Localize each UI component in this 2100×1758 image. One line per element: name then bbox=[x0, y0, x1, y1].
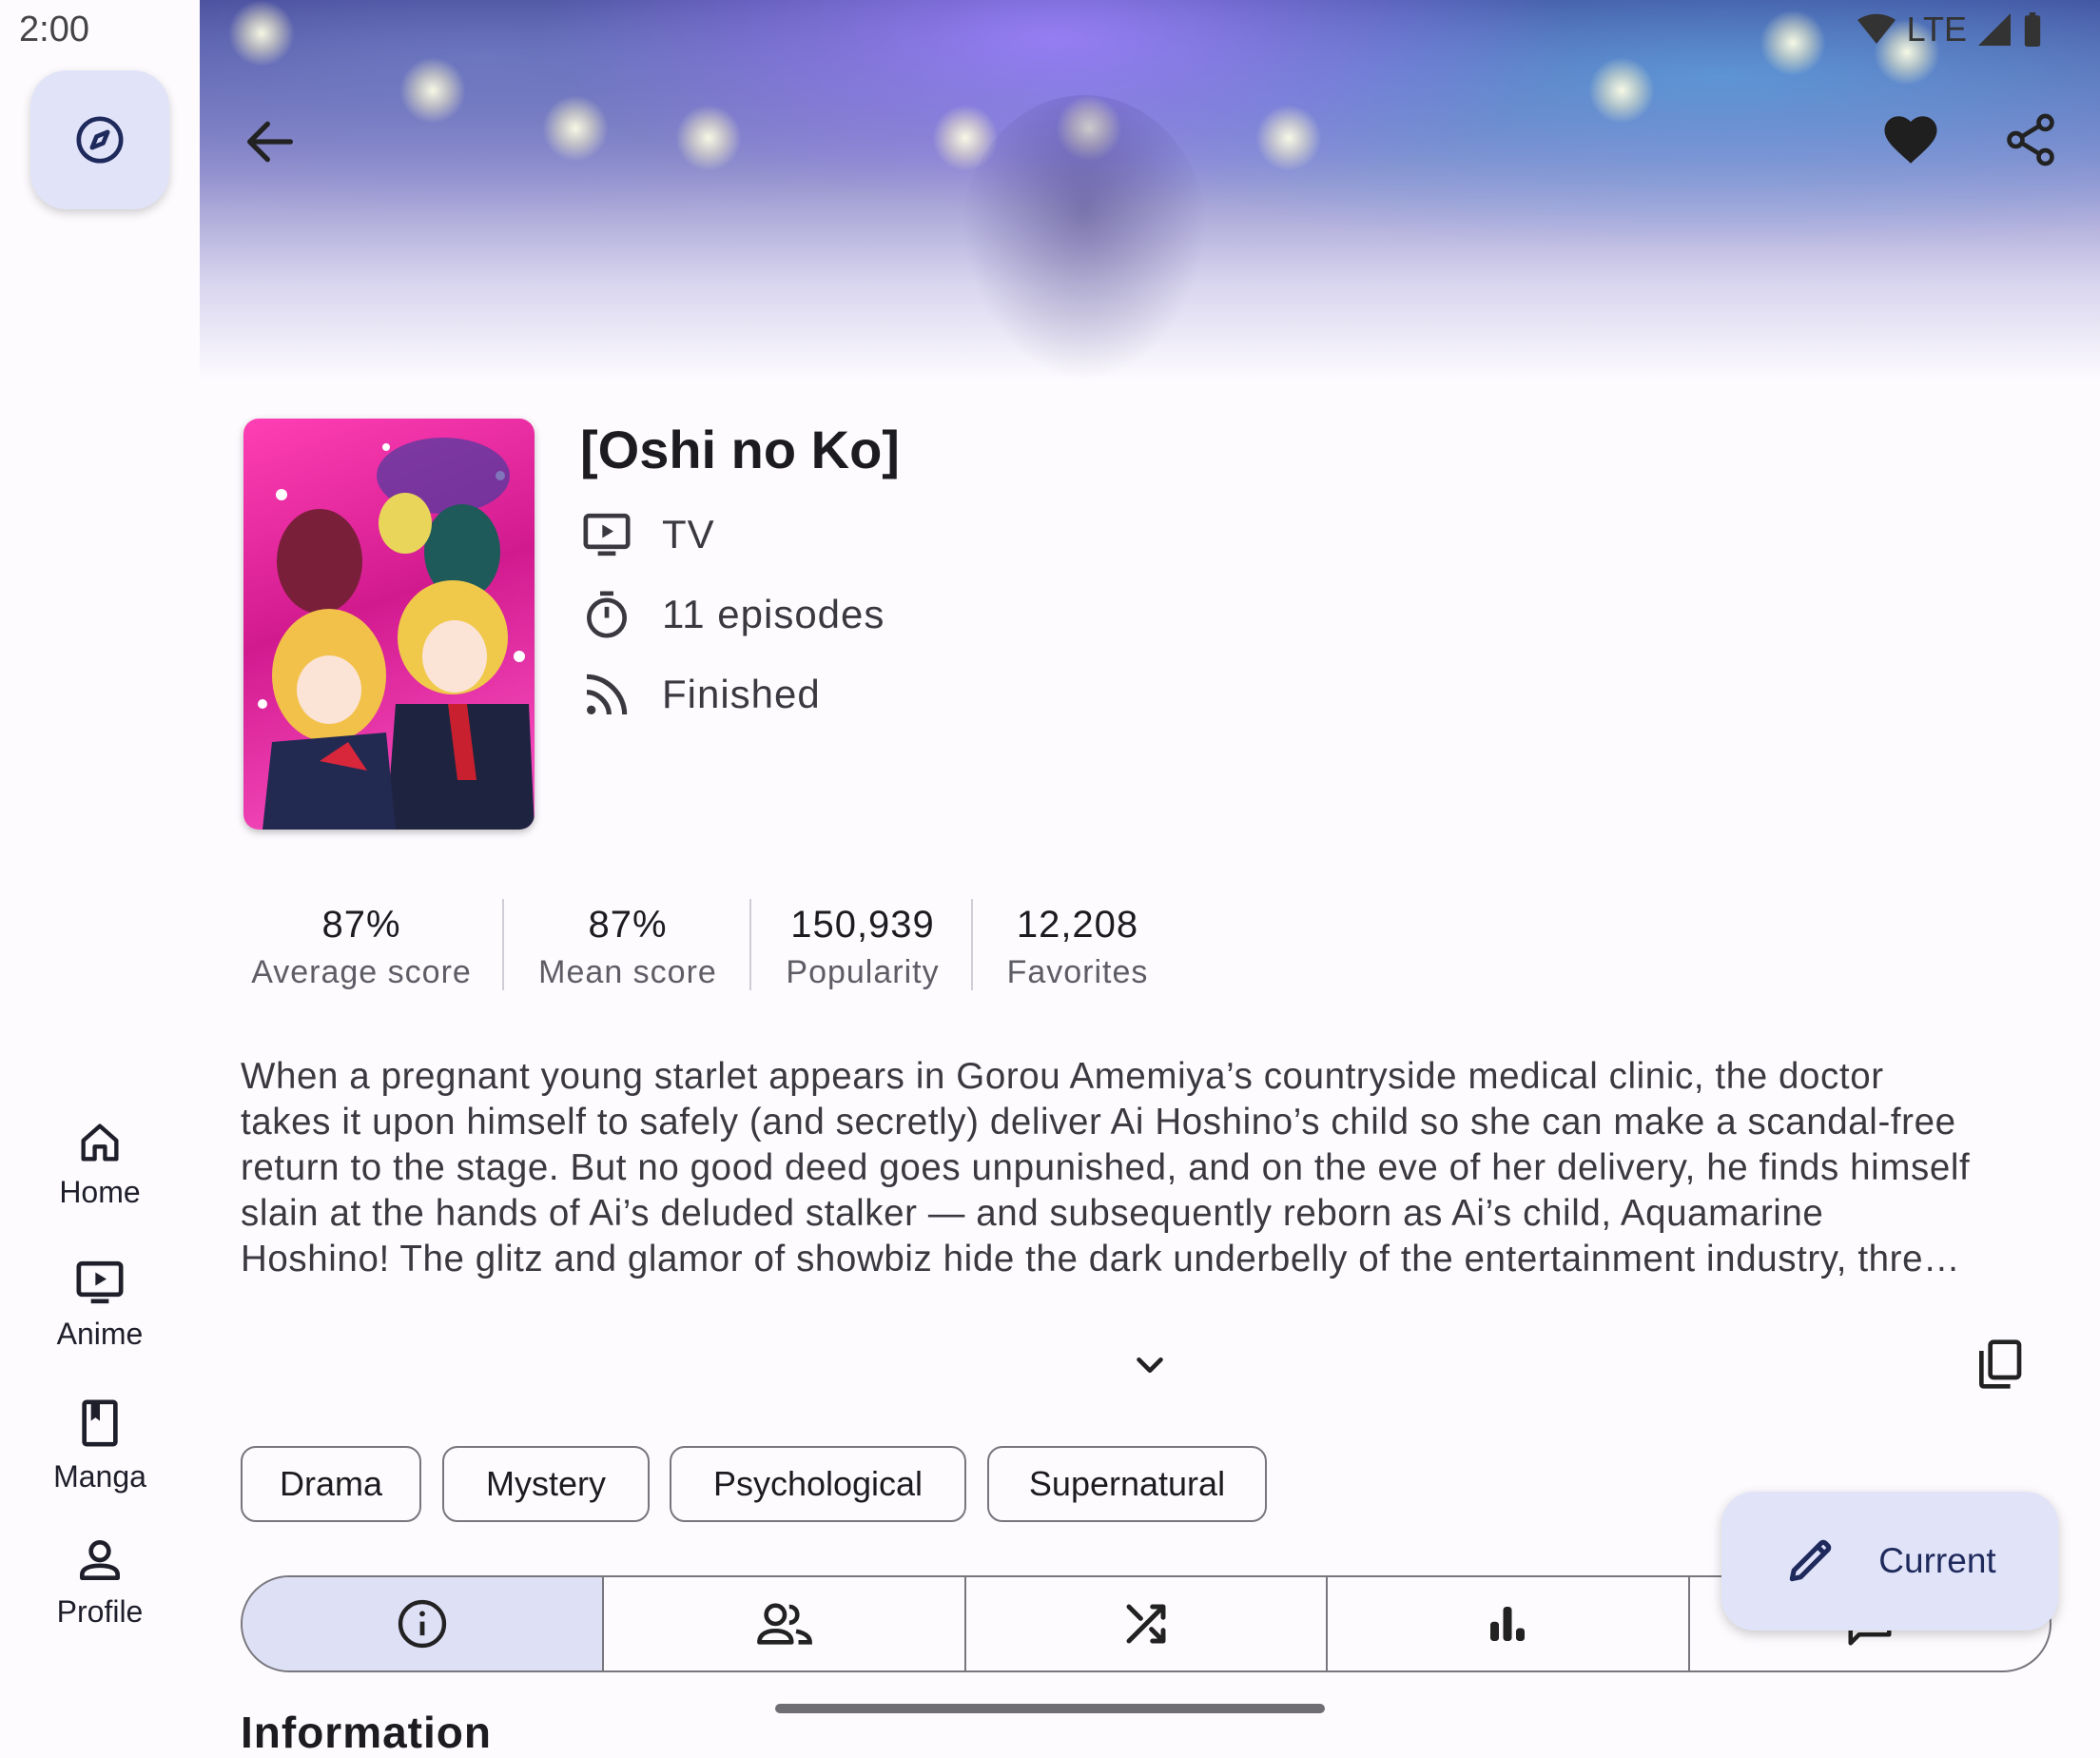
share-icon bbox=[2007, 113, 2054, 166]
rail-item-home[interactable]: Home bbox=[0, 1118, 200, 1210]
rail-label-profile: Profile bbox=[56, 1594, 144, 1629]
genre-chip[interactable]: Psychological bbox=[670, 1446, 966, 1522]
stat-label: Favorites bbox=[1006, 954, 1149, 990]
synopsis-line: slain at the hands of Ai’s deluded stalk… bbox=[241, 1193, 1824, 1234]
rail-item-profile[interactable]: Profile bbox=[0, 1533, 200, 1630]
rail-item-anime[interactable]: Anime bbox=[0, 1256, 200, 1352]
rail-item-manga[interactable]: Manga bbox=[0, 1395, 200, 1494]
stat-divider bbox=[502, 899, 504, 990]
copy-description-button[interactable] bbox=[1973, 1336, 2026, 1393]
book-icon bbox=[82, 1399, 118, 1447]
people-icon bbox=[756, 1603, 812, 1645]
tab-characters[interactable] bbox=[604, 1577, 966, 1670]
format-label: TV bbox=[662, 512, 715, 557]
genre-chip[interactable]: Mystery bbox=[442, 1446, 650, 1522]
stat-value: 12,208 bbox=[1016, 904, 1139, 946]
stat-value: 150,939 bbox=[790, 904, 935, 946]
battery-icon bbox=[2024, 12, 2041, 47]
status-row: Finished bbox=[580, 668, 821, 721]
airing-status-label: Finished bbox=[662, 672, 821, 716]
share-button[interactable] bbox=[2001, 110, 2060, 169]
synopsis-line: takes it upon himself to safely (and sec… bbox=[241, 1102, 1956, 1143]
expand-description-button[interactable] bbox=[1128, 1343, 1172, 1387]
status-time: 2:00 bbox=[19, 10, 89, 49]
tab-info[interactable] bbox=[243, 1577, 605, 1670]
signal-icon bbox=[1978, 13, 2011, 46]
fab-label: Current bbox=[1878, 1541, 1996, 1580]
stat-favorites: 12,208 Favorites bbox=[995, 904, 1160, 991]
wifi-icon bbox=[1857, 13, 1896, 44]
tab-stats[interactable] bbox=[1328, 1577, 1690, 1670]
rail-label-anime: Anime bbox=[56, 1317, 144, 1351]
synopsis-line: return to the stage. But no good deed go… bbox=[241, 1147, 1971, 1188]
compass-icon bbox=[76, 116, 124, 164]
timer-icon bbox=[587, 591, 627, 638]
chevron-down-icon bbox=[1137, 1357, 1163, 1374]
format-row: TV bbox=[580, 508, 715, 561]
pencil-icon bbox=[1790, 1539, 1832, 1582]
person-icon bbox=[80, 1540, 120, 1580]
info-icon bbox=[399, 1599, 447, 1649]
stat-label: Mean score bbox=[538, 954, 717, 990]
stat-mean-score: 87% Mean score bbox=[525, 904, 730, 991]
shuffle-icon bbox=[1126, 1604, 1166, 1644]
status-icons: LTE bbox=[1857, 10, 2043, 49]
tv-play-icon bbox=[76, 1260, 124, 1304]
stat-label: Popularity bbox=[786, 954, 940, 990]
favorite-button[interactable] bbox=[1879, 108, 1942, 171]
banner-image bbox=[200, 0, 2100, 381]
genre-chip[interactable]: Drama bbox=[241, 1446, 421, 1522]
synopsis-line: Hoshino! The glitz and glamor of showbiz… bbox=[241, 1239, 1961, 1279]
stat-divider bbox=[971, 899, 973, 990]
back-button[interactable] bbox=[240, 111, 301, 172]
rail-label-home: Home bbox=[59, 1175, 141, 1209]
tv-play-icon bbox=[583, 513, 631, 557]
stat-value: 87% bbox=[321, 904, 401, 946]
stat-divider bbox=[749, 899, 751, 990]
copy-icon bbox=[1979, 1339, 2022, 1389]
stat-value: 87% bbox=[588, 904, 668, 946]
media-title: [Oshi no Ko] bbox=[580, 420, 900, 479]
genre-chip[interactable]: Supernatural bbox=[987, 1446, 1267, 1522]
home-icon bbox=[81, 1123, 119, 1162]
episodes-label: 11 episodes bbox=[662, 592, 885, 636]
episodes-row: 11 episodes bbox=[580, 588, 885, 641]
explore-button[interactable] bbox=[30, 70, 169, 209]
edit-list-entry-button[interactable]: Current bbox=[1721, 1492, 2058, 1631]
synopsis: When a pregnant young starlet appears in… bbox=[241, 1054, 2067, 1282]
stat-label: Average score bbox=[251, 954, 472, 990]
arrow-back-icon bbox=[247, 121, 293, 163]
synopsis-line: When a pregnant young starlet appears in… bbox=[241, 1056, 1884, 1097]
rss-icon bbox=[586, 674, 628, 715]
bar-chart-icon bbox=[1490, 1607, 1526, 1641]
stat-popularity: 150,939 Popularity bbox=[772, 904, 953, 991]
cover-image bbox=[243, 419, 535, 830]
gesture-handle[interactable] bbox=[775, 1704, 1325, 1713]
rail-label-manga: Manga bbox=[53, 1459, 146, 1494]
stat-average-score: 87% Average score bbox=[243, 904, 479, 991]
tab-relations[interactable] bbox=[966, 1577, 1329, 1670]
heart-icon bbox=[1884, 116, 1937, 164]
network-label: LTE bbox=[1906, 10, 1967, 49]
